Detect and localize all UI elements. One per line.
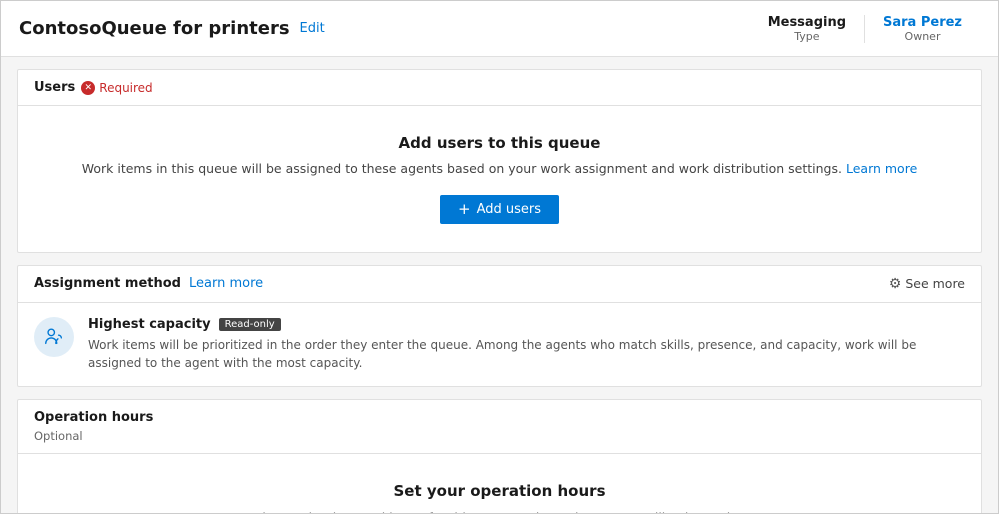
add-users-button-label: Add users (477, 202, 541, 217)
add-users-desc: Work items in this queue will be assigne… (34, 160, 965, 179)
users-section-body: Add users to this queue Work items in th… (18, 106, 981, 252)
assignment-section: Assignment method Learn more ⚙ See more (17, 265, 982, 387)
users-section-header: Users ✕ Required (18, 70, 981, 106)
required-icon: ✕ (81, 81, 95, 95)
page-header: ContosoQueue for printers Edit Messaging… (1, 1, 998, 57)
add-users-desc-text: Work items in this queue will be assigne… (82, 161, 842, 176)
assignment-section-title: Assignment method (34, 276, 181, 291)
op-optional-label: Optional (18, 429, 981, 453)
add-users-button[interactable]: + Add users (440, 195, 559, 224)
assignment-body: Highest capacity Read-only Work items wi… (18, 303, 981, 386)
meta-type-label: Type (768, 30, 846, 43)
op-body-desc: Choose the days and hours for this queue… (240, 508, 760, 513)
assignment-learn-more-link[interactable]: Learn more (189, 276, 263, 291)
assignment-icon-box (34, 317, 74, 357)
assignment-name-row: Highest capacity Read-only (88, 317, 965, 332)
required-label: Required (99, 81, 152, 95)
op-body-title: Set your operation hours (34, 482, 965, 500)
page-content: Users ✕ Required Add users to this queue… (1, 57, 998, 513)
add-users-plus-icon: + (458, 202, 471, 217)
assignment-desc: Work items will be prioritized in the or… (88, 336, 965, 372)
header-left: ContosoQueue for printers Edit (19, 18, 325, 39)
meta-owner-label: Owner (883, 30, 962, 43)
users-required-badge: ✕ Required (81, 81, 152, 95)
edit-link[interactable]: Edit (300, 21, 325, 36)
assignment-info: Highest capacity Read-only Work items wi… (88, 317, 965, 372)
op-desc-line1: Choose the days and hours for this queue… (254, 510, 746, 513)
page-title: ContosoQueue for printers (19, 18, 290, 39)
assignment-section-header: Assignment method Learn more ⚙ See more (18, 266, 981, 303)
op-section-header: Operation hours (18, 400, 981, 429)
users-learn-more-link[interactable]: Learn more (846, 161, 917, 176)
header-meta-type: Messaging Type (750, 15, 864, 43)
header-meta-owner: Sara Perez Owner (864, 15, 980, 43)
meta-type-value: Messaging (768, 15, 846, 30)
meta-owner-value: Sara Perez (883, 15, 962, 30)
op-section-body: Set your operation hours Choose the days… (18, 453, 981, 513)
users-section: Users ✕ Required Add users to this queue… (17, 69, 982, 253)
readonly-badge: Read-only (219, 318, 281, 331)
assignment-method-icon (43, 326, 65, 348)
page-frame: ContosoQueue for printers Edit Messaging… (0, 0, 999, 514)
assignment-header-left: Assignment method Learn more (34, 276, 263, 291)
operation-hours-section: Operation hours Optional Set your operat… (17, 399, 982, 513)
see-more-link[interactable]: ⚙ See more (889, 276, 965, 292)
op-section-title: Operation hours (34, 410, 153, 425)
gear-icon: ⚙ (889, 276, 902, 292)
add-users-title: Add users to this queue (34, 134, 965, 152)
header-right: Messaging Type Sara Perez Owner (750, 15, 980, 43)
users-section-title: Users (34, 80, 75, 95)
assignment-name: Highest capacity (88, 317, 211, 332)
see-more-label: See more (905, 276, 965, 291)
